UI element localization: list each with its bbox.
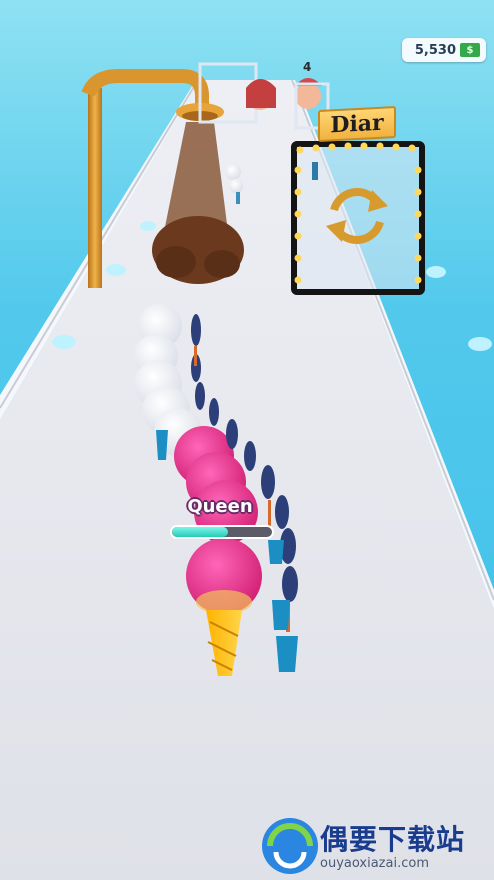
rank-progress-bar (170, 525, 274, 539)
rival-count: 4 (303, 60, 312, 74)
watermark-url: ouyaoxiazai.com (320, 856, 429, 871)
rank-progress-fill (172, 527, 228, 537)
watermark: 偶要下载站 ouyaoxiazai.com (256, 812, 492, 876)
money-amount: 5,530 (414, 42, 456, 58)
brand-sign: Diar (318, 105, 396, 143)
watermark-title: 偶要下载站 (320, 823, 466, 856)
game-scene (0, 62, 494, 880)
dollar-bill-icon: $ (460, 43, 480, 57)
rank-label: Queen (187, 496, 253, 517)
money-counter: 5,530 $ (402, 38, 486, 62)
